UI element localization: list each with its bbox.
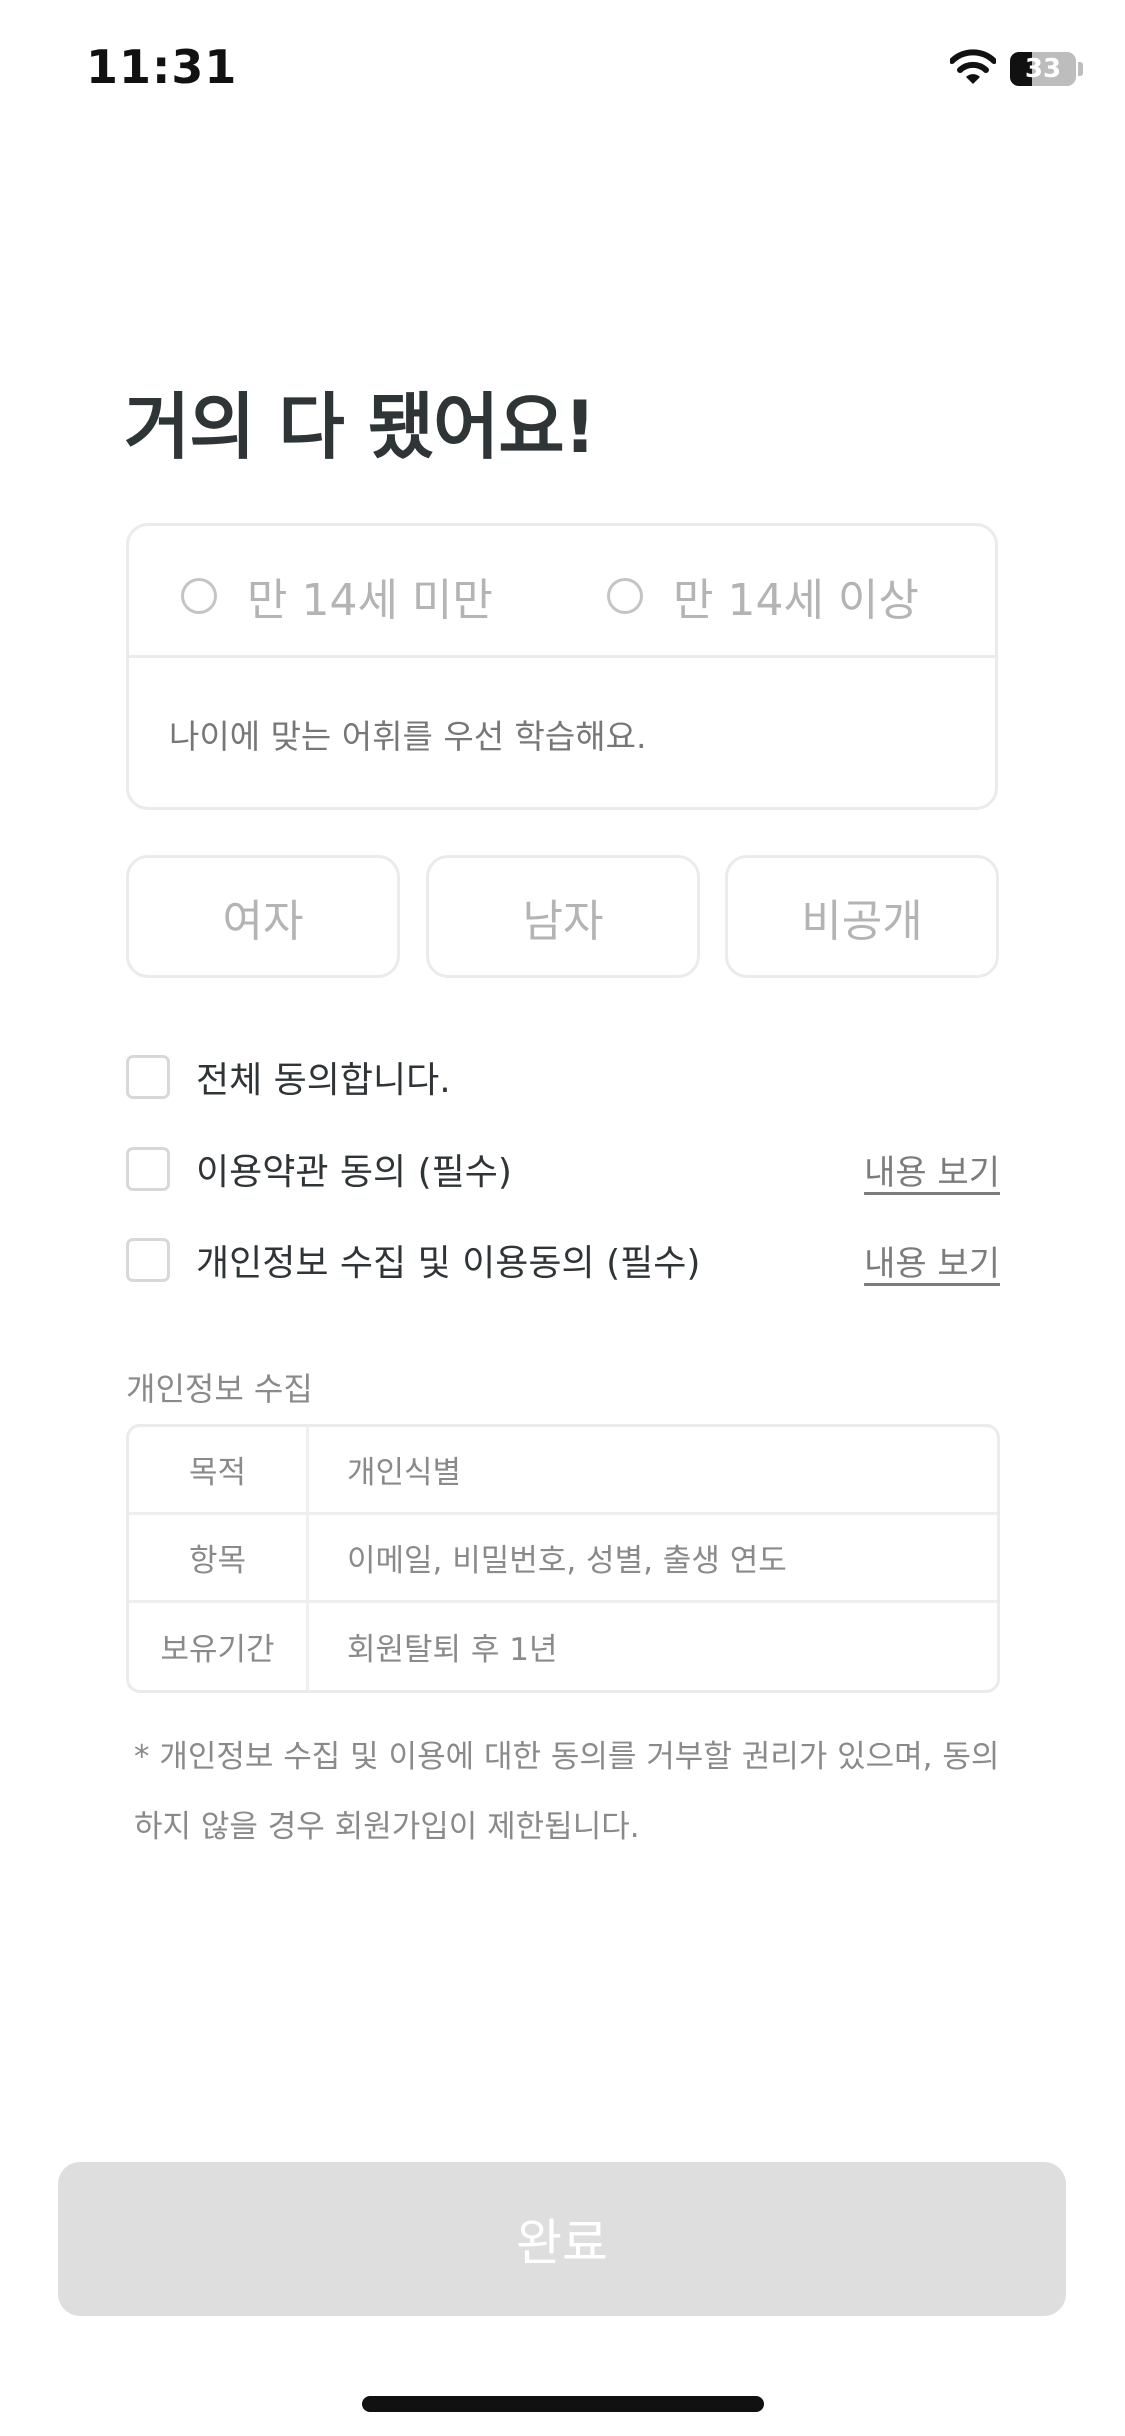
age-options: 만 14세 미만 만 14세 이상: [129, 526, 995, 658]
agree-all-checkbox[interactable]: [126, 1055, 170, 1099]
gender-male-button[interactable]: 남자: [426, 855, 700, 978]
battery-icon: 33: [1010, 52, 1076, 86]
privacy-view-link[interactable]: 내용 보기: [864, 1236, 1000, 1285]
agree-terms-row[interactable]: 이용약관 동의 (필수) 내용 보기: [126, 1145, 1000, 1193]
agree-terms-checkbox[interactable]: [126, 1147, 170, 1191]
agree-all-row[interactable]: 전체 동의합니다.: [126, 1053, 1000, 1101]
age-hint: 나이에 맞는 어휘를 우선 학습해요.: [169, 717, 647, 756]
wifi-icon: [950, 49, 996, 84]
home-indicator: [362, 2396, 764, 2412]
radio-icon[interactable]: [181, 578, 217, 614]
terms-view-link[interactable]: 내용 보기: [864, 1145, 1000, 1194]
age-over-14-label: 만 14세 이상: [673, 575, 919, 626]
age-selection-card: 만 14세 미만 만 14세 이상 나이에 맞는 어휘를 우선 학습해요.: [126, 523, 998, 810]
age-under-14-option[interactable]: 만 14세 미만: [181, 564, 493, 628]
table-row: 보유기간 회원탈퇴 후 1년: [129, 1603, 997, 1690]
table-row: 목적 개인식별: [129, 1427, 997, 1515]
age-over-14-option[interactable]: 만 14세 이상: [607, 564, 919, 628]
agree-privacy-checkbox[interactable]: [126, 1238, 170, 1282]
agree-privacy-row[interactable]: 개인정보 수집 및 이용동의 (필수) 내용 보기: [126, 1236, 1000, 1284]
table-row: 항목 이메일, 비밀번호, 성별, 출생 연도: [129, 1515, 997, 1603]
agree-all-label: 전체 동의합니다.: [196, 1060, 451, 1101]
age-under-14-label: 만 14세 미만: [247, 575, 493, 626]
table-key: 항목: [129, 1515, 309, 1600]
privacy-footnote: * 개인정보 수집 및 이용에 대한 동의를 거부할 권리가 있으며, 동의하지…: [134, 1739, 1000, 1845]
table-value: 회원탈퇴 후 1년: [347, 1632, 558, 1668]
page-title: 거의 다 됐어요!: [124, 385, 596, 469]
status-time: 11:31: [86, 40, 238, 94]
table-value: 이메일, 비밀번호, 성별, 출생 연도: [347, 1543, 787, 1579]
agree-privacy-label: 개인정보 수집 및 이용동의 (필수): [196, 1243, 701, 1284]
table-key: 보유기간: [129, 1603, 309, 1690]
privacy-section-label: 개인정보 수집: [126, 1370, 313, 1408]
gender-private-button[interactable]: 비공개: [725, 855, 999, 978]
signup-complete-screen: 11:31 33 거의 다 됐어요! 만 14세 미만 만 14세 이상 나이에…: [0, 0, 1125, 2436]
table-value: 개인식별: [347, 1455, 462, 1491]
battery-tip: [1078, 62, 1083, 76]
gender-female-button[interactable]: 여자: [126, 855, 400, 978]
table-key: 목적: [129, 1427, 309, 1512]
battery-percent: 33: [1024, 54, 1062, 84]
complete-button[interactable]: 완료: [58, 2162, 1066, 2316]
radio-icon[interactable]: [607, 578, 643, 614]
agree-terms-label: 이용약관 동의 (필수): [196, 1152, 512, 1193]
privacy-table: 목적 개인식별 항목 이메일, 비밀번호, 성별, 출생 연도 보유기간 회원탈…: [126, 1424, 1000, 1693]
